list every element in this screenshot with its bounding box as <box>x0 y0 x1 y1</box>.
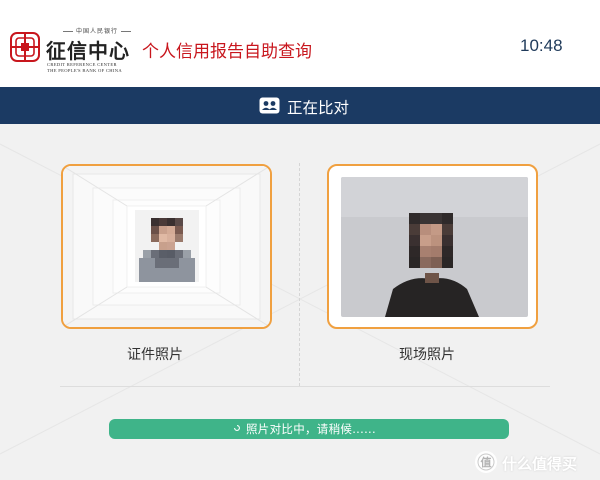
live-photo-card <box>327 164 538 329</box>
logo-english-line-2: THE PEOPLE'S BANK OF CHINA <box>47 68 122 73</box>
id-photo-label: 证件照片 <box>127 347 183 363</box>
credit-center-logo-icon <box>10 32 40 62</box>
logo-main-text: 征信中心 <box>46 39 130 63</box>
app-title: 个人信用报告自助查询 <box>142 42 312 62</box>
id-photo-image <box>135 210 199 282</box>
status-text: 正在比对 <box>287 99 350 117</box>
logo-top-text: 中国人民银行 <box>60 26 134 35</box>
live-photo-label: 现场照片 <box>399 347 455 363</box>
logo-english-line-1: CREDIT REFERENCE CENTER <box>47 62 117 67</box>
clock-time: 10:48 <box>520 36 563 55</box>
compare-faces-icon <box>259 97 280 114</box>
live-photo-image <box>341 177 528 317</box>
app-header: 中国人民银行 征信中心 CREDIT REFERENCE CENTER THE … <box>0 0 600 87</box>
progress-text: 照片对比中，请稍候...... <box>246 422 376 436</box>
watermark-text: 什么值得买 <box>502 455 578 473</box>
id-photo-card <box>61 164 272 329</box>
horizontal-divider <box>60 386 550 387</box>
vertical-divider <box>299 163 300 386</box>
svg-text:值: 值 <box>481 455 492 469</box>
spinner-icon <box>234 425 240 431</box>
watermark-logo-icon: 值 <box>475 451 497 473</box>
